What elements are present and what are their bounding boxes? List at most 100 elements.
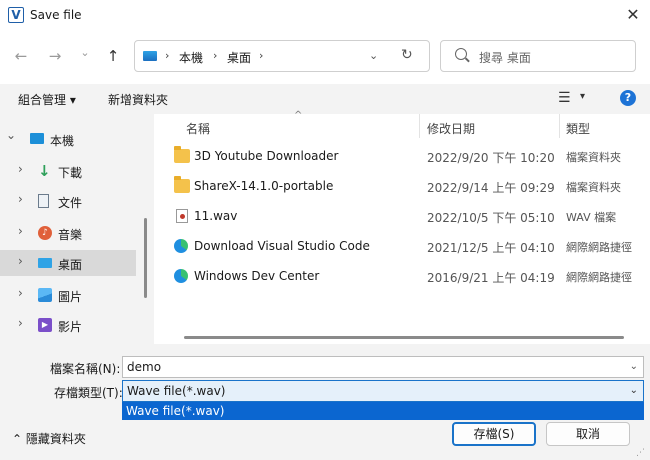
sidebar-item-label: 影片 [58,320,83,334]
column-header-date[interactable]: 修改日期 [427,120,475,137]
title-bar: V Save file ✕ [0,0,650,32]
expand-chevron-icon[interactable]: › [18,192,23,206]
expand-chevron-icon[interactable]: › [18,162,23,176]
sidebar-item-desktop[interactable]: › 桌面 [0,250,136,276]
sidebar-item-label: 下載 [58,166,83,180]
file-date: 2022/10/5 下午 05:10 [427,211,555,225]
file-row[interactable]: 11.wav 2022/10/5 下午 05:10 WAV 檔案 [154,202,650,232]
breadcrumb-item-desktop[interactable]: 桌面 [227,49,251,66]
sidebar-item-label: 桌面 [58,258,83,272]
chevron-down-icon[interactable]: ⌄ [630,381,638,401]
sidebar-scrollbar[interactable] [144,218,147,298]
column-divider[interactable] [419,114,420,138]
help-icon[interactable]: ? [620,90,636,106]
sidebar-item-pictures[interactable]: › 圖片 [0,282,136,308]
file-date: 2016/9/21 上午 04:19 [427,271,555,285]
filename-value: demo [127,360,162,374]
command-toolbar: 組合管理 ▾ 新增資料夾 ☰ ▾ ? [0,84,650,114]
music-icon: ♪ [38,226,52,240]
file-type: 網際網路捷徑 [566,241,632,254]
sort-ascending-icon: ^ [294,110,303,121]
refresh-icon[interactable]: ↻ [401,47,413,63]
address-dropdown-icon[interactable]: ⌄ [369,49,378,62]
column-divider[interactable] [559,114,560,138]
expand-chevron-icon[interactable]: › [18,254,23,268]
collapse-chevron-icon[interactable]: ⌄ [6,128,16,142]
resize-grip-icon[interactable]: ⋰ [636,448,645,458]
sidebar-item-label: 音樂 [58,228,83,242]
file-type: 檔案資料夾 [566,151,621,164]
download-icon: ↓ [38,162,51,180]
folder-icon [174,176,190,193]
recent-locations-button[interactable]: ⌄ [74,42,96,64]
forward-button[interactable]: → [44,45,66,67]
back-button[interactable]: ← [10,45,32,67]
close-button[interactable]: ✕ [620,4,646,26]
breadcrumb-separator: › [213,49,218,62]
file-date: 2021/12/5 上午 04:10 [427,241,555,255]
file-row[interactable]: ShareX-14.1.0-portable 2022/9/14 上午 09:2… [154,172,650,202]
cancel-button[interactable]: 取消 [546,422,630,446]
column-header-type[interactable]: 類型 [566,120,590,137]
folder-icon [174,146,190,163]
file-date: 2022/9/20 下午 10:20 [427,151,555,165]
sidebar-item-label: 文件 [58,196,83,210]
view-options-icon[interactable]: ☰ [558,90,571,106]
sidebar-item-pc[interactable]: ⌄ 本機 [0,126,136,152]
documents-icon [38,194,49,208]
file-list: ^ 名稱 修改日期 類型 3D Youtube Downloader 2022/… [154,110,650,344]
organize-button[interactable]: 組合管理 ▾ [18,91,76,108]
file-date: 2022/9/14 上午 09:29 [427,181,555,195]
pc-icon [143,51,157,61]
chevron-down-icon[interactable]: ⌄ [630,357,638,377]
navigation-pane: ⌄ 本機 › ↓ 下載 › 文件 › ♪ 音樂 › 桌面 › 圖片 › ▶ 影片 [0,114,154,344]
expand-chevron-icon[interactable]: › [18,224,23,238]
up-button[interactable]: ↑ [102,45,124,67]
search-placeholder: 搜尋 桌面 [479,51,531,65]
sidebar-item-music[interactable]: › ♪ 音樂 [0,220,136,246]
filetype-select[interactable]: Wave file(*.wav) ⌄ [122,380,644,402]
file-name: 3D Youtube Downloader [194,149,339,163]
file-row[interactable]: Windows Dev Center 2016/9/21 上午 04:19 網際… [154,262,650,292]
pictures-icon [38,288,52,302]
sidebar-item-label: 本機 [50,134,75,148]
filename-field[interactable]: demo ⌄ [122,356,644,378]
file-type: 網際網路捷徑 [566,271,632,284]
file-name: Download Visual Studio Code [194,239,370,253]
horizontal-scrollbar[interactable] [184,336,624,339]
filename-label: 檔案名稱(N): [50,362,121,376]
filetype-label: 存檔類型(T): [54,386,123,400]
breadcrumb-item-pc[interactable]: 本機 [179,49,203,66]
file-name: Windows Dev Center [194,269,320,283]
expand-chevron-icon[interactable]: › [18,316,23,330]
search-icon [455,48,467,60]
sidebar-item-videos[interactable]: › ▶ 影片 [0,312,136,338]
expand-chevron-icon[interactable]: › [18,286,23,300]
address-bar[interactable]: › 本機 › 桌面 › ⌄ ↻ [134,40,430,72]
filetype-option-wav[interactable]: Wave file(*.wav) [122,402,644,420]
edge-shortcut-icon [174,239,188,253]
column-header-name[interactable]: 名稱 [186,120,210,137]
edge-shortcut-icon [174,269,188,283]
save-button[interactable]: 存檔(S) [452,422,536,446]
sidebar-item-documents[interactable]: › 文件 [0,188,136,214]
breadcrumb-separator: › [259,49,264,62]
file-type: WAV 檔案 [566,211,617,224]
file-name: ShareX-14.1.0-portable [194,179,334,193]
desktop-icon [38,258,52,268]
file-name: 11.wav [194,209,238,223]
filetype-value: Wave file(*.wav) [127,384,226,398]
view-options-chevron-icon[interactable]: ▾ [580,91,585,102]
file-row[interactable]: 3D Youtube Downloader 2022/9/20 下午 10:20… [154,142,650,172]
hide-folders-button[interactable]: ⌃ 隱藏資料夾 [12,430,86,447]
sidebar-item-label: 圖片 [58,290,83,304]
sidebar-item-downloads[interactable]: › ↓ 下載 [0,158,136,184]
save-options-panel: 檔案名稱(N): demo ⌄ 存檔類型(T): Wave file(*.wav… [0,344,650,460]
search-input[interactable]: 搜尋 桌面 [440,40,636,72]
file-type: 檔案資料夾 [566,181,621,194]
new-folder-button[interactable]: 新增資料夾 [108,91,168,108]
videos-icon: ▶ [38,318,52,332]
pc-icon [30,133,44,144]
wav-file-icon [176,209,188,223]
file-row[interactable]: Download Visual Studio Code 2021/12/5 上午… [154,232,650,262]
